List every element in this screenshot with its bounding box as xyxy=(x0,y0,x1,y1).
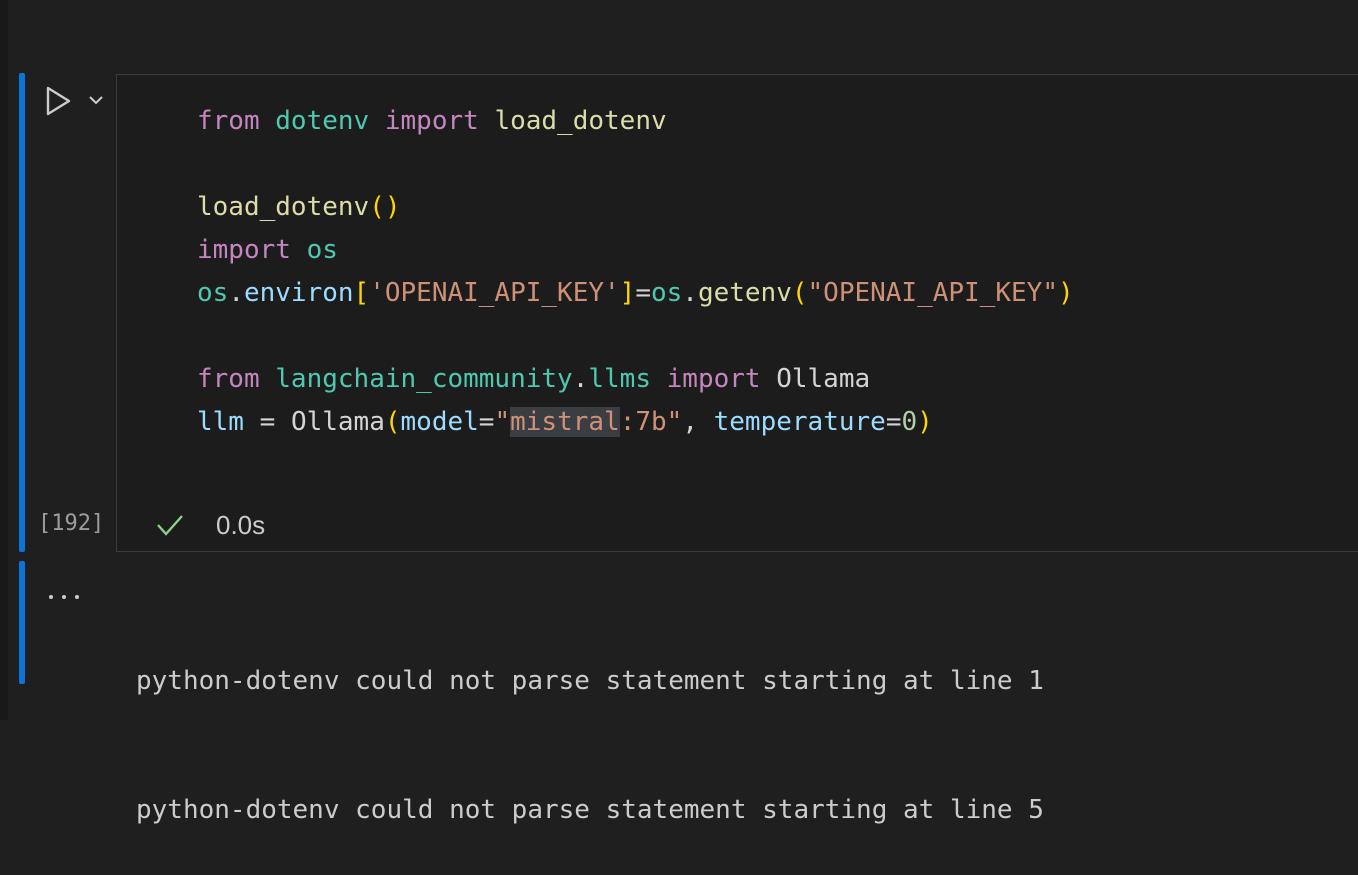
code-line[interactable]: from dotenv import load_dotenv xyxy=(197,100,1074,143)
code-token: dotenv xyxy=(275,106,370,136)
code-token: :7b" xyxy=(619,407,683,437)
code-token: model xyxy=(400,407,479,437)
code-token: = xyxy=(885,407,902,437)
cell-focus-indicator xyxy=(19,73,25,552)
code-line[interactable]: from langchain_community.llms import Oll… xyxy=(197,358,1074,401)
run-options-dropdown[interactable] xyxy=(86,90,106,110)
code-token: from xyxy=(197,106,260,136)
code-token: 'OPENAI_API_KEY' xyxy=(369,278,620,308)
code-token: ) xyxy=(1057,278,1074,308)
code-line[interactable] xyxy=(197,143,1074,186)
code-token: llms xyxy=(588,364,651,394)
cell-output: python-dotenv could not parse statement … xyxy=(136,574,1044,875)
code-token: "OPENAI_API_KEY" xyxy=(807,278,1058,308)
code-token: . xyxy=(572,364,589,394)
code-line[interactable] xyxy=(197,315,1074,358)
code-token: = xyxy=(243,407,291,437)
code-line[interactable]: llm = Ollama(model="mistral:7b", tempera… xyxy=(197,401,1074,444)
code-token: langchain_community xyxy=(275,364,573,394)
code-token: ( xyxy=(384,407,401,437)
code-token: = xyxy=(478,407,495,437)
code-token: os xyxy=(650,278,683,308)
code-token: os xyxy=(306,235,338,265)
output-line: python-dotenv could not parse statement … xyxy=(136,666,1044,696)
ellipsis-icon xyxy=(49,595,79,599)
code-token: mistral xyxy=(510,407,620,437)
code-token: temperature xyxy=(713,407,886,437)
code-token: ] xyxy=(619,278,636,308)
code-token: , xyxy=(682,407,714,437)
execution-count: [192] xyxy=(38,511,105,536)
code-token: = xyxy=(635,278,651,308)
code-token: getenv xyxy=(697,278,792,308)
output-actions-button[interactable] xyxy=(44,580,84,604)
code-token: import xyxy=(666,364,761,394)
code-content[interactable]: from dotenv import load_dotenv load_dote… xyxy=(197,100,1074,444)
code-token: ( xyxy=(791,278,808,308)
code-token: () xyxy=(369,192,401,222)
code-token: load_dotenv xyxy=(197,192,370,222)
run-cell-button[interactable] xyxy=(42,84,74,118)
execution-duration: 0.0s xyxy=(216,510,266,540)
code-token: import xyxy=(197,235,291,265)
code-token: ) xyxy=(917,407,933,437)
code-token: import xyxy=(384,106,479,136)
sidebar-edge xyxy=(0,0,8,720)
code-token: 0 xyxy=(901,407,918,437)
code-token: environ xyxy=(243,278,354,308)
code-token: " xyxy=(494,407,511,437)
code-token: load_dotenv xyxy=(494,106,667,136)
check-icon xyxy=(157,515,183,536)
output-focus-indicator xyxy=(19,561,25,684)
code-token: Ollama xyxy=(290,407,385,437)
code-token: os xyxy=(197,278,229,308)
code-token: llm xyxy=(197,407,244,437)
code-line[interactable]: import os xyxy=(197,229,1074,272)
code-token: [ xyxy=(353,278,370,308)
chevron-down-icon xyxy=(89,96,103,105)
play-icon xyxy=(46,86,71,116)
code-token: . xyxy=(228,278,244,308)
code-line[interactable]: load_dotenv() xyxy=(197,186,1074,229)
code-token: from xyxy=(197,364,260,394)
output-line: python-dotenv could not parse statement … xyxy=(136,795,1044,825)
code-token: Ollama xyxy=(776,364,871,394)
code-token: . xyxy=(682,278,698,308)
code-line[interactable]: os.environ['OPENAI_API_KEY']=os.getenv("… xyxy=(197,272,1074,315)
